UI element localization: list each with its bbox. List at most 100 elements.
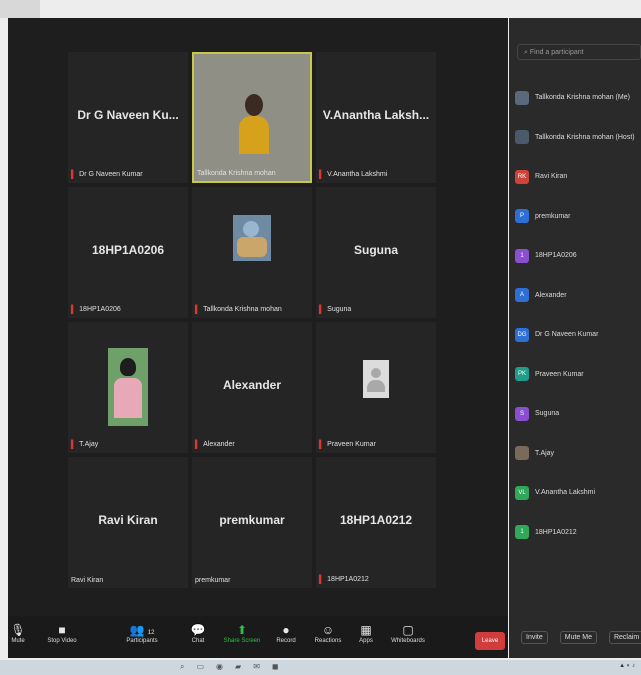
invite-button[interactable]: Invite xyxy=(521,630,548,644)
tile-name-tag: ▍ V.Anantha Lakshmi xyxy=(319,170,387,179)
search-icon: ⌕ xyxy=(524,49,528,56)
participant-avatar: P xyxy=(515,209,529,224)
mic-muted-icon: ▍ xyxy=(319,575,326,584)
chat-label: Chat xyxy=(191,638,205,644)
participant-row[interactable]: T.Ajay xyxy=(515,434,641,474)
video-tile[interactable]: 18HP1A0206 ▍ 18HP1A0206 xyxy=(68,187,188,318)
participant-row[interactable]: RK Ravi Kiran xyxy=(515,157,641,197)
tile-display-name: 18HP1A0206 xyxy=(91,243,165,257)
participant-name: Praveen Kumar xyxy=(535,370,584,378)
record-button[interactable]: ● Record xyxy=(266,622,306,644)
participant-avatar: RK xyxy=(515,169,529,184)
zoom-app-icon[interactable]: ◼ xyxy=(272,662,279,673)
participant-row[interactable]: Tallkonda Krishna mohan (Host) xyxy=(515,118,641,158)
participant-avatar: DG xyxy=(515,327,529,342)
mic-muted-icon: ▍ xyxy=(71,305,78,314)
video-tile[interactable]: Suguna ▍ Suguna xyxy=(316,187,436,318)
video-tile[interactable]: ▍ Praveen Kumar xyxy=(316,322,436,453)
mute-me-button[interactable]: Mute Me xyxy=(559,630,597,644)
tile-tag-label: Alexander xyxy=(203,441,235,448)
default-avatar-icon xyxy=(363,360,389,398)
reactions-icon: ☺ xyxy=(321,623,335,637)
participant-row[interactable]: A Alexander xyxy=(515,276,641,316)
participant-row[interactable]: DG Dr G Naveen Kumar xyxy=(515,315,641,355)
tile-display-name: Alexander xyxy=(222,378,282,392)
apps-button[interactable]: ▦ Apps xyxy=(346,622,386,644)
reactions-button[interactable]: ☺ Reactions xyxy=(308,622,348,644)
microphone-icon: 🎙 xyxy=(10,623,26,637)
participant-name: Suguna xyxy=(535,410,560,418)
video-tile[interactable]: ▍ T.Ajay xyxy=(68,322,188,453)
reactions-label: Reactions xyxy=(314,638,342,644)
reclaim-host-button[interactable]: Reclaim Ho xyxy=(608,630,641,644)
video-tile[interactable]: Ravi Kiran Ravi Kiran xyxy=(68,457,188,588)
mic-muted-icon: ▍ xyxy=(71,440,78,449)
video-tile[interactable]: ▍ Tallkonda Krishna mohan xyxy=(192,187,312,318)
participant-avatar: VL xyxy=(515,485,529,500)
mic-muted-icon: ▍ xyxy=(195,440,202,449)
tile-tag-label: Suguna xyxy=(327,306,352,313)
browser-icon[interactable]: ◉ xyxy=(216,662,223,673)
video-tile[interactable]: V.Anantha Laksh... ▍ V.Anantha Lakshmi xyxy=(316,52,436,183)
participant-name: 18HP1A0206 xyxy=(535,252,577,260)
participant-name: 18HP1A0212 xyxy=(535,528,577,536)
profile-picture xyxy=(108,348,148,426)
video-tile[interactable]: Dr G Naveen Ku... ▍ Dr G Naveen Kumar xyxy=(68,52,188,183)
folder-icon[interactable]: ▰ xyxy=(235,662,241,673)
participants-label: Participants xyxy=(126,638,158,644)
mic-muted-icon: ▍ xyxy=(71,170,78,179)
share-screen-icon: ⬆ xyxy=(236,623,248,637)
apps-icon: ▦ xyxy=(360,623,372,637)
participant-row[interactable]: S Suguna xyxy=(515,394,641,434)
record-label: Record xyxy=(276,638,296,644)
whiteboards-button[interactable]: ▢ Whiteboards xyxy=(388,622,428,644)
participant-row[interactable]: 1 18HP1A0212 xyxy=(515,513,641,553)
mic-muted-icon: ▍ xyxy=(319,305,326,314)
video-tile[interactable]: 18HP1A0212 ▍ 18HP1A0212 xyxy=(316,457,436,588)
stop-video-button[interactable]: ■ Stop Video xyxy=(42,622,82,644)
participant-name: Alexander xyxy=(535,291,567,299)
screen: Dr G Naveen Ku... ▍ Dr G Naveen Kumar Tal… xyxy=(0,0,641,675)
tile-tag-label: Dr G Naveen Kumar xyxy=(79,171,143,178)
mic-muted-icon: ▍ xyxy=(319,170,326,179)
tile-name-tag: ▍ 18HP1A0206 xyxy=(71,305,121,314)
mic-muted-icon: ▍ xyxy=(319,440,326,449)
mute-button[interactable]: 🎙 Mute xyxy=(0,622,38,644)
stop-video-label: Stop Video xyxy=(47,638,77,644)
search-placeholder: Find a participant xyxy=(529,49,584,56)
tile-tag-label: Tallkonda Krishna mohan xyxy=(203,306,282,313)
share-screen-button[interactable]: ⬆ Share Screen xyxy=(222,622,262,644)
find-participant-input[interactable]: ⌕ Find a participant xyxy=(517,44,641,60)
tile-tag-label: 18HP1A0212 xyxy=(327,576,369,583)
tile-tag-label: 18HP1A0206 xyxy=(79,306,121,313)
search-icon[interactable]: ⌕ xyxy=(180,662,184,673)
meeting-toolbar: 🎙 Mute ■ Stop Video 👥 12 Participants 💬 Chat… xyxy=(8,616,508,658)
participant-row[interactable]: 1 18HP1A0206 xyxy=(515,236,641,276)
task-view-icon[interactable]: ▭ xyxy=(196,662,204,673)
tile-display-name: Dr G Naveen Ku... xyxy=(77,108,179,122)
mic-muted-icon: ▍ xyxy=(195,305,202,314)
tile-tag-label: V.Anantha Lakshmi xyxy=(327,171,388,178)
participants-panel: ⌕ Find a participant Tallkonda Krishna m… xyxy=(509,18,641,658)
tile-tag-label: Tallkonda Krishna mohan xyxy=(197,170,276,177)
participants-button[interactable]: 👥 12 Participants xyxy=(122,622,162,644)
video-tile[interactable]: Alexander ▍ Alexander xyxy=(192,322,312,453)
tile-name-tag: ▍ Praveen Kumar xyxy=(319,440,376,449)
participant-avatar xyxy=(515,90,529,105)
participant-avatar xyxy=(515,130,529,145)
tile-name-tag: ▍ Suguna xyxy=(319,305,351,314)
participant-row[interactable]: PK Praveen Kumar xyxy=(515,355,641,395)
video-grid: Dr G Naveen Ku... ▍ Dr G Naveen Kumar Tal… xyxy=(68,52,440,602)
participant-name: V.Anantha Lakshmi xyxy=(535,489,596,497)
tile-display-name: Suguna xyxy=(354,243,398,257)
participant-row[interactable]: Ppremkumar xyxy=(515,197,641,237)
mail-icon[interactable]: ✉ xyxy=(253,662,260,673)
video-tile-active[interactable]: Tallkonda Krishna mohan xyxy=(192,52,312,183)
participant-row[interactable]: VL V.Anantha Lakshmi xyxy=(515,473,641,513)
chat-button[interactable]: 💬 Chat xyxy=(178,622,218,644)
participant-row[interactable]: Tallkonda Krishna mohan (Me) xyxy=(515,78,641,118)
tile-tag-label: Praveen Kumar xyxy=(327,441,376,448)
video-tile[interactable]: premkumar premkumar xyxy=(192,457,312,588)
leave-button[interactable]: Leave xyxy=(475,632,505,650)
tile-display-name: V.Anantha Laksh... xyxy=(322,108,430,122)
